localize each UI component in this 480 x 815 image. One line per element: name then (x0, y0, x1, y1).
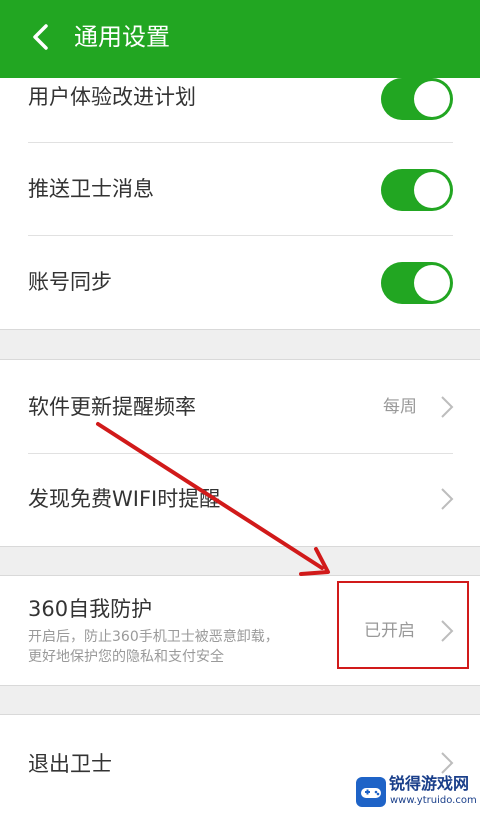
chevron-right-icon (441, 396, 454, 418)
setting-label: 账号同步 (28, 270, 112, 294)
setting-label: 360自我防护 (28, 597, 153, 621)
setting-row-user-experience[interactable]: 用户体验改进计划 (0, 78, 480, 142)
push-messages-toggle[interactable] (381, 169, 453, 211)
toggle-knob (414, 265, 450, 301)
setting-label: 发现免费WIFI时提醒 (28, 487, 221, 511)
toggle-knob (414, 81, 450, 117)
toggle-knob (414, 172, 450, 208)
app-header: 通用设置 (0, 0, 480, 78)
chevron-right-icon (441, 752, 454, 774)
toggle-settings-group: 用户体验改进计划 推送卫士消息 账号同步 (0, 78, 480, 330)
setting-row-free-wifi-reminder[interactable]: 发现免费WIFI时提醒 (0, 454, 480, 546)
chevron-right-icon (441, 488, 454, 510)
setting-label: 推送卫士消息 (28, 177, 154, 201)
setting-description: 更好地保护您的隐私和支付安全 (28, 649, 224, 665)
gamepad-logo-icon (356, 777, 386, 807)
setting-label: 用户体验改进计划 (28, 85, 196, 109)
watermark-url: www.ytruido.com (390, 795, 477, 806)
setting-label: 退出卫士 (28, 752, 112, 776)
watermark-text: 锐得游戏网 (389, 774, 470, 793)
setting-row-account-sync[interactable]: 账号同步 (0, 236, 480, 329)
watermark: 锐得游戏网 www.ytruido.com (356, 774, 480, 810)
annotation-highlight-box (337, 581, 469, 669)
page-title: 通用设置 (74, 23, 170, 51)
account-sync-toggle[interactable] (381, 262, 453, 304)
user-experience-toggle[interactable] (381, 78, 453, 120)
setting-description: 开启后，防止360手机卫士被恶意卸载， (28, 629, 279, 645)
setting-label: 软件更新提醒频率 (28, 395, 196, 419)
setting-row-update-frequency[interactable]: 软件更新提醒频率 每周 (0, 360, 480, 453)
update-frequency-value: 每周 (383, 397, 417, 417)
setting-row-push-messages[interactable]: 推送卫士消息 (0, 143, 480, 235)
reminder-settings-group: 软件更新提醒频率 每周 发现免费WIFI时提醒 (0, 359, 480, 547)
back-arrow-icon[interactable] (30, 22, 52, 52)
